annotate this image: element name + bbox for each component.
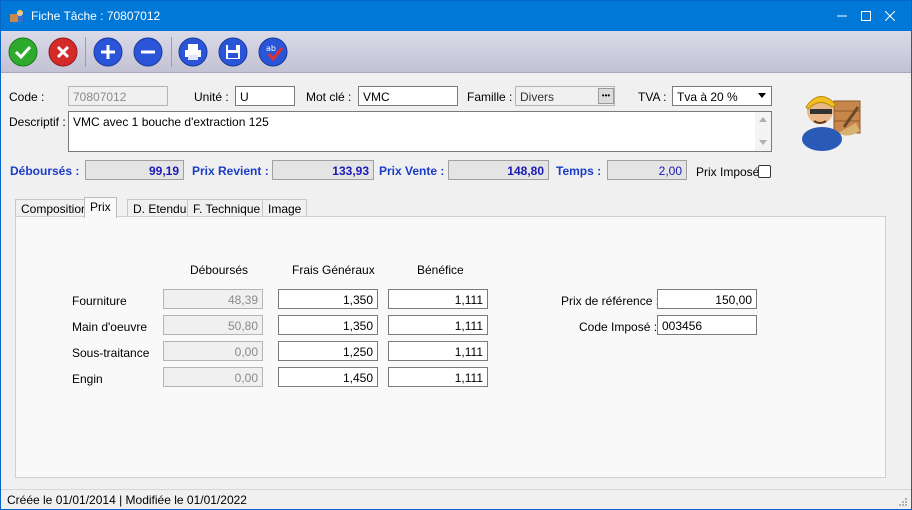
temps-field: 2,00: [607, 160, 687, 180]
main-oeuvre-frais-field[interactable]: 1,350: [278, 315, 378, 335]
prix-vente-label: Prix Vente :: [379, 164, 445, 178]
engin-debourses-field: 0,00: [163, 367, 263, 387]
prix-revient-field: 133,93: [272, 160, 374, 180]
code-field[interactable]: 70807012: [68, 86, 168, 106]
sous-traitance-debourses-field: 0,00: [163, 341, 263, 361]
spellcheck-icon: ab: [258, 37, 288, 67]
tva-label: TVA :: [638, 90, 667, 104]
temps-label: Temps :: [556, 164, 602, 178]
chevron-down-icon: [758, 93, 766, 98]
descriptif-scrollbar[interactable]: [755, 112, 771, 151]
famille-browse-button[interactable]: •••: [598, 88, 614, 104]
toolbar: ab: [1, 31, 911, 73]
code-impose-field[interactable]: 003456: [657, 315, 757, 335]
col-header-benefice: Bénéfice: [417, 263, 464, 277]
row-label-sous-traitance: Sous-traitance: [72, 346, 150, 360]
task-window: Fiche Tâche : 70807012 ab Code: 7080701…: [0, 0, 912, 510]
validate-icon: [8, 37, 38, 67]
code-impose-label: Code Imposé :: [579, 320, 658, 334]
engin-frais-field[interactable]: 1,450: [278, 367, 378, 387]
toolbar-separator: [171, 37, 172, 67]
sous-traitance-benefice-field[interactable]: 1,111: [388, 341, 488, 361]
prix-impose-label: Prix Imposé: [696, 165, 760, 179]
tab-f-technique[interactable]: F. Technique: [187, 199, 267, 217]
scroll-down-icon: [759, 140, 767, 145]
col-header-frais-generaux: Frais Généraux: [292, 263, 375, 277]
add-button[interactable]: [92, 36, 124, 68]
engin-benefice-field[interactable]: 1,111: [388, 367, 488, 387]
remove-icon: [133, 37, 163, 67]
toolbar-separator: [85, 37, 86, 67]
print-icon: [178, 37, 208, 67]
print-button[interactable]: [177, 36, 209, 68]
worker-illustration-icon: [802, 96, 861, 151]
famille-value: Divers: [520, 90, 555, 104]
save-button[interactable]: [217, 36, 249, 68]
tab-composition[interactable]: Composition: [15, 199, 94, 217]
worker-icon: [10, 10, 23, 22]
prix-reference-field[interactable]: 150,00: [657, 289, 757, 309]
fourniture-debourses-field: 48,39: [163, 289, 263, 309]
main-oeuvre-benefice-field[interactable]: 1,111: [388, 315, 488, 335]
descriptif-textarea[interactable]: VMC avec 1 bouche d'extraction 125: [68, 111, 772, 152]
unite-field[interactable]: U: [235, 86, 295, 106]
cancel-button[interactable]: [47, 36, 79, 68]
descriptif-value: VMC avec 1 bouche d'extraction 125: [73, 115, 269, 129]
resize-grip-icon[interactable]: [898, 497, 908, 507]
cancel-icon: [48, 37, 78, 67]
row-label-fourniture: Fourniture: [72, 294, 127, 308]
status-text: Créée le 01/01/2014 | Modifiée le 01/01/…: [7, 493, 247, 507]
col-header-debourses: Déboursés: [190, 263, 249, 277]
close-button[interactable]: [867, 1, 912, 31]
fourniture-frais-field[interactable]: 1,350: [278, 289, 378, 309]
tva-select[interactable]: Tva à 20 %: [672, 86, 772, 106]
scroll-up-icon: [759, 117, 767, 122]
tab-image[interactable]: Image: [262, 199, 308, 217]
status-bar: Créée le 01/01/2014 | Modifiée le 01/01/…: [1, 489, 911, 509]
fourniture-benefice-field[interactable]: 1,111: [388, 289, 488, 309]
sous-traitance-frais-field[interactable]: 1,250: [278, 341, 378, 361]
descriptif-label: Descriptif :: [9, 115, 66, 129]
title-bar: Fiche Tâche : 70807012: [1, 1, 911, 31]
tab-prix[interactable]: Prix: [84, 197, 117, 218]
validate-button[interactable]: [7, 36, 39, 68]
add-icon: [93, 37, 123, 67]
code-label: Code :: [9, 90, 45, 104]
prix-reference-label: Prix de référence :: [561, 294, 660, 308]
window-title: Fiche Tâche : 70807012: [31, 9, 161, 23]
prix-tab-panel: Déboursés Frais Généraux Bénéfice Fourni…: [15, 216, 886, 478]
close-icon: [885, 11, 895, 21]
tab-d-etendu[interactable]: D. Etendu: [127, 199, 193, 217]
main-oeuvre-debourses-field: 50,80: [163, 315, 263, 335]
prix-vente-field: 148,80: [448, 160, 549, 180]
prix-revient-label: Prix Revient :: [192, 164, 269, 178]
debourses-label: Déboursés :: [10, 164, 80, 178]
debourses-field: 99,19: [85, 160, 184, 180]
save-icon: [218, 37, 248, 67]
svg-text:ab: ab: [266, 44, 276, 53]
tva-selected-value: Tva à 20 %: [677, 90, 738, 104]
motcle-label: Mot clé :: [306, 90, 352, 104]
remove-button[interactable]: [132, 36, 164, 68]
spellcheck-button[interactable]: ab: [257, 36, 289, 68]
famille-label: Famille :: [467, 90, 513, 104]
row-label-engin: Engin: [72, 372, 103, 386]
prix-impose-checkbox[interactable]: [758, 165, 771, 178]
unite-label: Unité :: [194, 90, 229, 104]
motcle-field[interactable]: VMC: [358, 86, 458, 106]
row-label-main-oeuvre: Main d'oeuvre: [72, 320, 147, 334]
